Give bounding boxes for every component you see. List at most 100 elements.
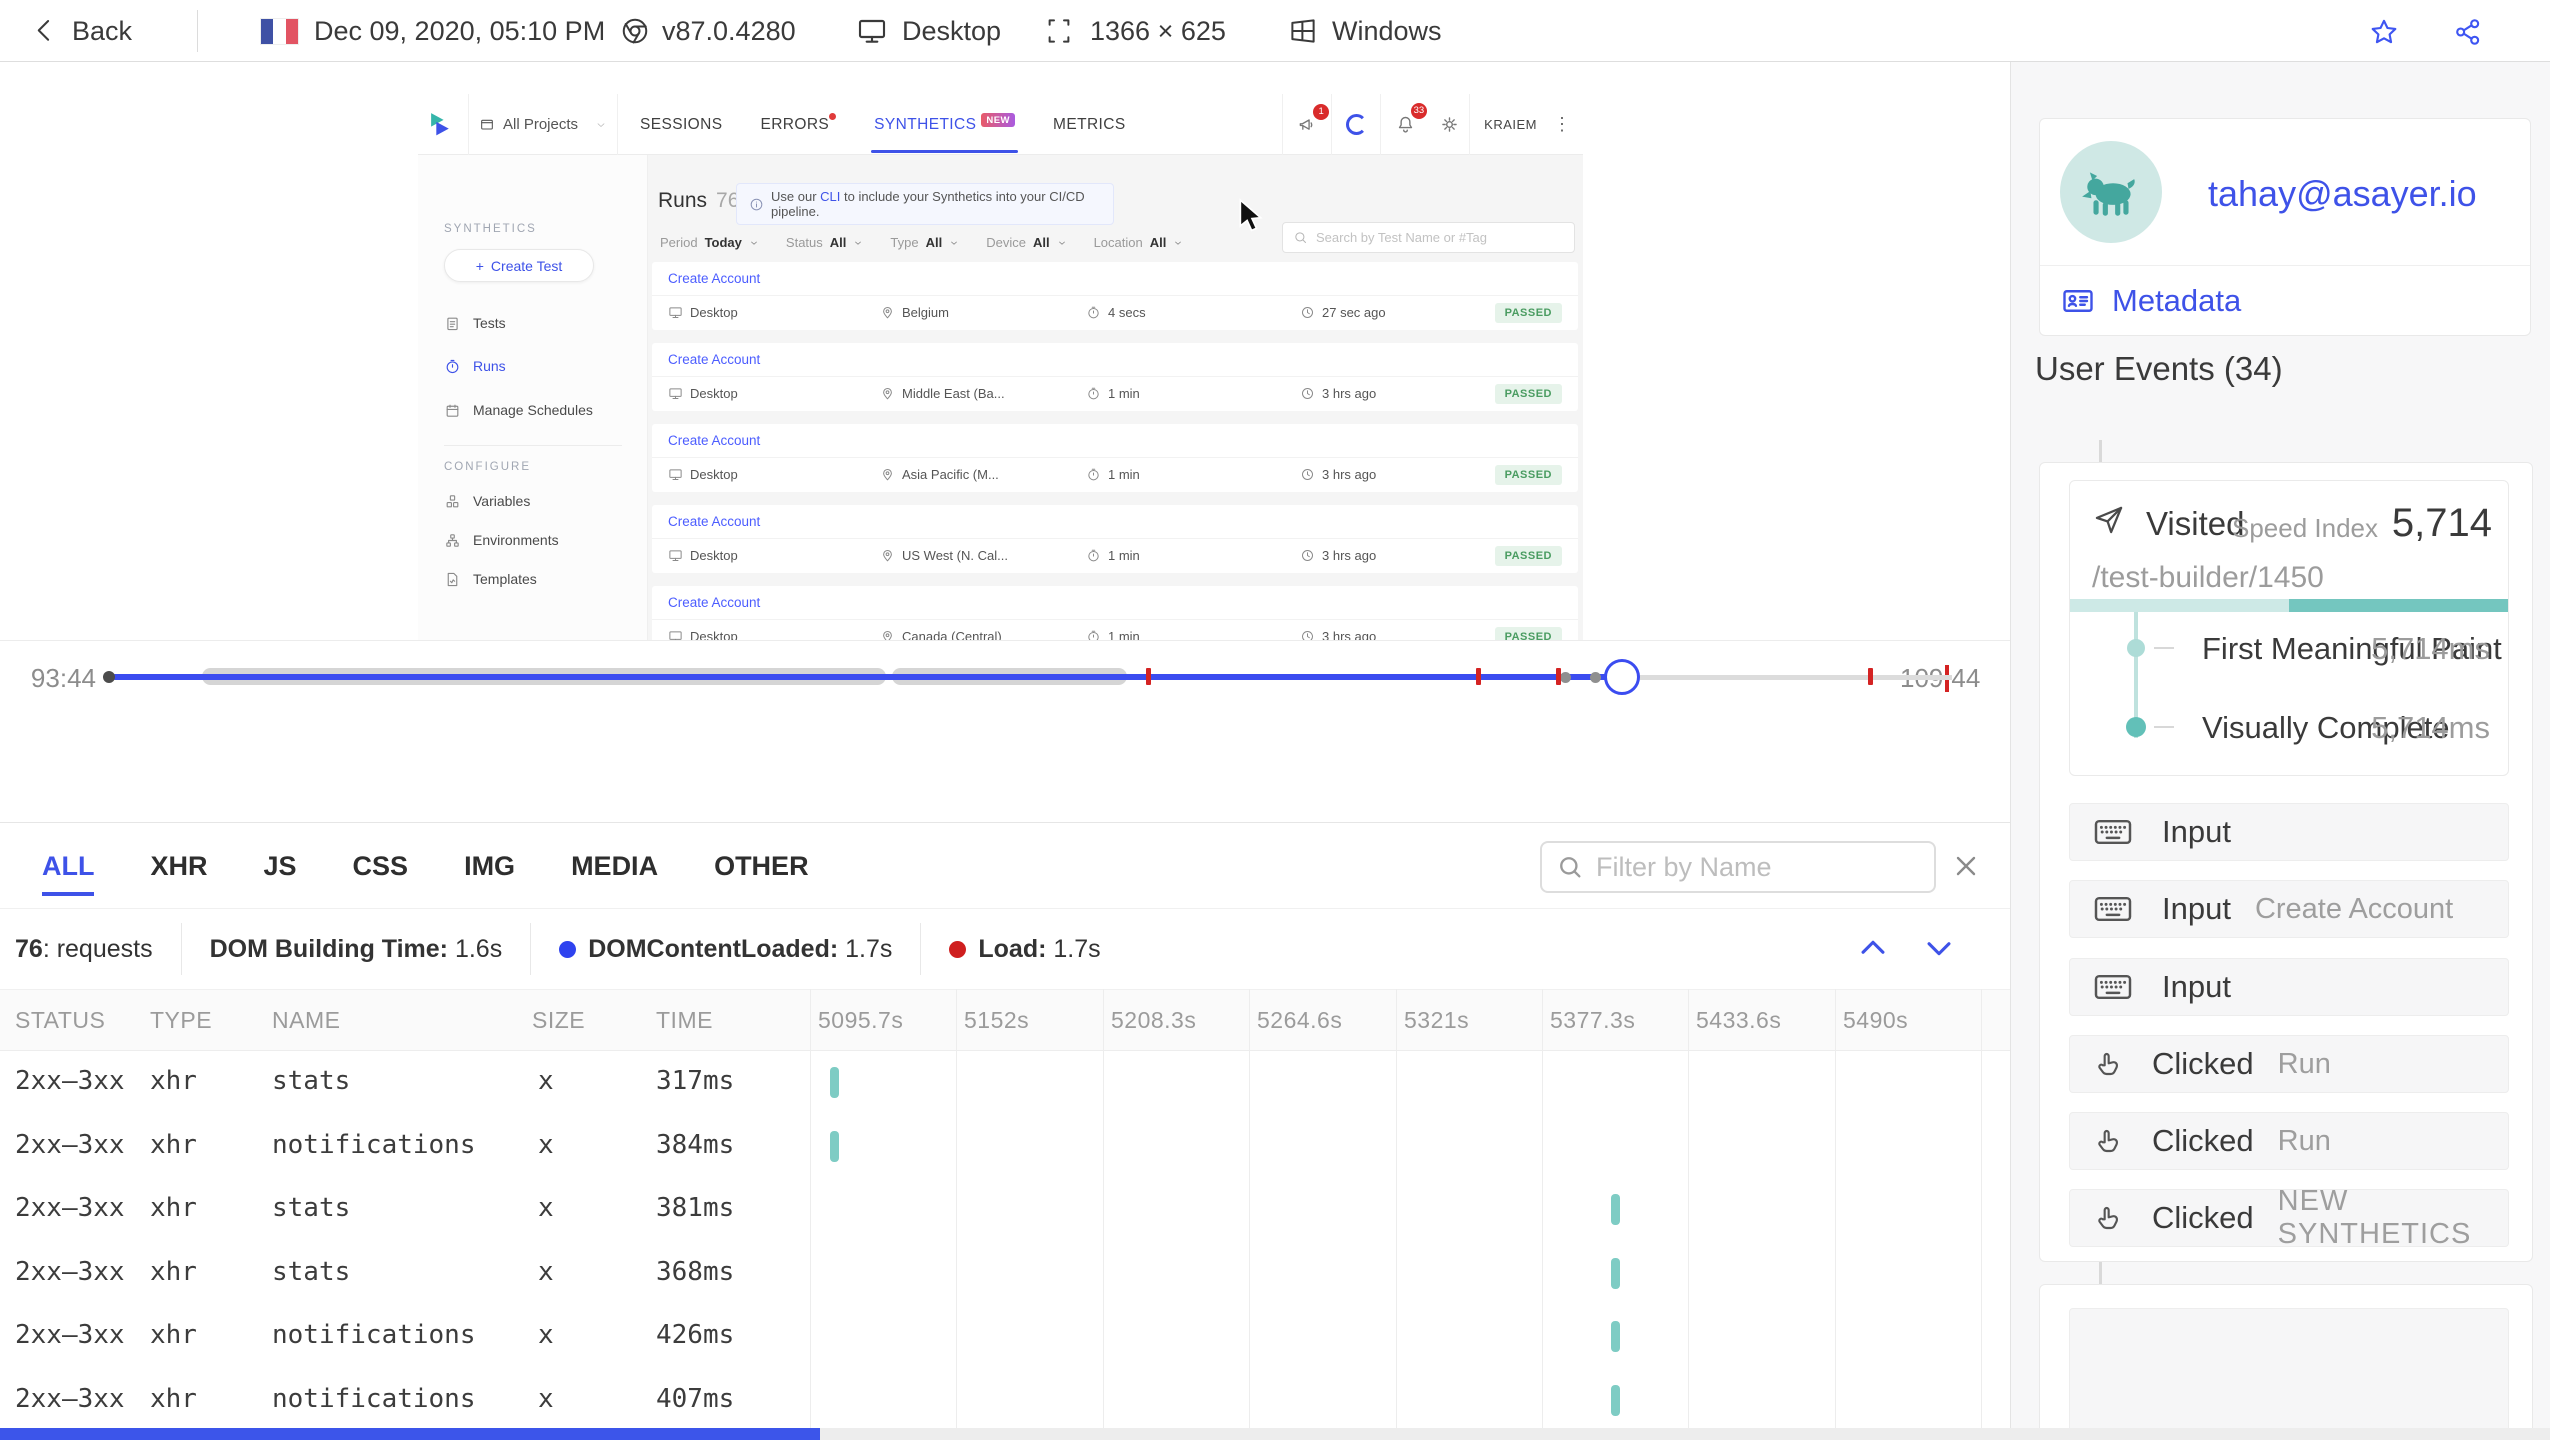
filter-by-name-input[interactable] (1596, 851, 1920, 883)
favorite-star-icon[interactable] (2368, 16, 2400, 48)
filter-status[interactable]: Status All (786, 235, 863, 250)
user-events-title: User Events (34) (2035, 350, 2283, 387)
clicked-event-item[interactable]: Clicked NEW SYNTHETICS (2069, 1185, 2509, 1250)
current-time: 93:44 (30, 663, 96, 693)
kebab-menu-icon[interactable]: ⋮ (1551, 114, 1583, 135)
request-row[interactable]: 2xx–3xx xhr stats x 317ms (0, 1051, 2010, 1115)
request-timing-bar (1610, 1321, 1620, 1352)
run-name[interactable]: Create Account (652, 505, 1578, 539)
close-panel-icon[interactable] (1950, 850, 1982, 882)
tab-all[interactable]: ALL (42, 845, 95, 896)
sidebar-item-manage-schedules[interactable]: Manage Schedules (444, 392, 593, 428)
mouse-cursor (1238, 198, 1266, 239)
visited-event-card[interactable]: Visited Speed Index 5,714 /test-builder/… (2069, 480, 2509, 776)
timeline-remaining-track[interactable] (1622, 675, 1952, 680)
filter-location[interactable]: Location All (1094, 235, 1184, 250)
run-name[interactable]: Create Account (652, 424, 1578, 458)
filter-type[interactable]: Type All (890, 235, 959, 250)
request-row[interactable]: 2xx–3xx xhr stats x 381ms (0, 1178, 2010, 1242)
request-row[interactable]: 2xx–3xx xhr notifications x 384ms (0, 1115, 2010, 1179)
filter-by-name-box[interactable] (1540, 841, 1936, 893)
tab-css[interactable]: CSS (353, 845, 409, 888)
tab-xhr[interactable]: XHR (150, 845, 207, 888)
app-toolbar-icons: 1 33 KRAIEM ⋮ (1282, 94, 1583, 155)
visited-url: /test-builder/1450 (2092, 561, 2324, 594)
fmp-value: 5,714ms (2371, 631, 2490, 666)
project-selector[interactable]: All Projects (468, 94, 618, 155)
clicked-event-item[interactable]: Clicked Run (2069, 1035, 2509, 1093)
request-row[interactable]: 2xx–3xx xhr stats x 368ms (0, 1242, 2010, 1306)
user-card: tahay@asayer.io Metadata (2039, 118, 2531, 336)
playhead-knob[interactable] (1604, 659, 1640, 695)
request-row[interactable]: 2xx–3xx xhr notifications x 426ms (0, 1305, 2010, 1369)
clicked-event-item[interactable]: Clicked Run (2069, 1112, 2509, 1170)
status-badge: PASSED (1494, 545, 1562, 566)
sidebar-item-templates[interactable]: Templates (444, 561, 537, 597)
run-card[interactable]: Create Account Desktop Belgium 4 secs 27… (652, 262, 1578, 330)
filter-period[interactable]: Period Today (660, 235, 759, 250)
run-card[interactable]: Create Account Desktop US West (N. Cal..… (652, 505, 1578, 573)
tab-media[interactable]: MEDIA (571, 845, 658, 888)
issue-marker[interactable] (1146, 668, 1151, 685)
loading-spinner-icon (1332, 114, 1380, 135)
keyboard-icon (2092, 970, 2134, 1004)
share-icon[interactable] (2452, 16, 2484, 48)
input-event-item[interactable]: Input (2069, 958, 2509, 1016)
requests-count: 76: requests (15, 934, 153, 963)
request-row[interactable]: 2xx–3xx xhr notifications x 407ms (0, 1369, 2010, 1433)
run-card[interactable]: Create Account Desktop Asia Pacific (M..… (652, 424, 1578, 492)
tab-other[interactable]: OTHER (714, 845, 809, 888)
issue-marker[interactable] (1476, 668, 1481, 685)
speed-index-value: 5,714 (2391, 501, 2492, 545)
tab-js[interactable]: JS (264, 845, 297, 888)
pointer-hand-icon (2092, 1125, 2124, 1157)
issue-marker[interactable] (1868, 668, 1873, 685)
stopwatch-icon (1086, 305, 1101, 320)
sidebar-item-runs[interactable]: Runs (444, 348, 506, 384)
announcements-icon[interactable]: 1 (1283, 103, 1331, 135)
tab-errors[interactable]: ERRORS (760, 112, 837, 134)
sidebar-item-environments[interactable]: Environments (444, 522, 559, 558)
sidebar-item-variables[interactable]: Variables (444, 483, 530, 519)
sidebar-item-tests[interactable]: Tests (444, 305, 506, 341)
jump-up-button[interactable] (1856, 931, 1890, 965)
tab-synthetics[interactable]: SYNTHETICS NEW (871, 112, 1019, 153)
issue-marker[interactable] (1556, 668, 1561, 685)
run-card[interactable]: Create Account Desktop Canada (Central) … (652, 586, 1578, 640)
filter-device[interactable]: Device All (986, 235, 1066, 250)
notifications-bell-icon[interactable]: 33 (1381, 103, 1429, 135)
player-timeline[interactable]: 93:44 10944 (0, 640, 2010, 710)
session-replay-page: Back Dec 09, 2020, 05:10 PM v87.0.4280 D… (0, 0, 2550, 1440)
domcontentloaded-dot (559, 940, 577, 958)
user-menu[interactable]: KRAIEM (1470, 117, 1551, 132)
tab-metrics[interactable]: METRICS (1053, 116, 1126, 134)
test-search-input[interactable] (1316, 230, 1564, 245)
tab-sessions[interactable]: SESSIONS (640, 116, 722, 134)
input-event-item[interactable]: Input (2069, 803, 2509, 861)
event-connector (2099, 1262, 2102, 1284)
create-test-button[interactable]: + Create Test (444, 249, 594, 282)
event-dot (1590, 672, 1601, 683)
back-chevron-icon[interactable] (30, 16, 60, 46)
id-card-icon (2063, 290, 2093, 312)
screen-resolution: 1366 × 625 (1090, 16, 1226, 46)
horizontal-scrollbar-thumb[interactable] (0, 1428, 820, 1440)
input-event-item[interactable]: Input Create Account (2069, 880, 2509, 938)
test-search-box[interactable] (1282, 222, 1575, 253)
monitor-icon (668, 305, 683, 320)
user-email-link[interactable]: tahay@asayer.io (2208, 173, 2477, 215)
back-button[interactable]: Back (72, 0, 132, 62)
run-name[interactable]: Create Account (652, 586, 1578, 620)
run-name[interactable]: Create Account (652, 262, 1578, 296)
gear-icon[interactable] (1429, 114, 1469, 135)
jump-down-button[interactable] (1922, 931, 1956, 965)
tab-img[interactable]: IMG (464, 845, 515, 888)
timeline-progress-track[interactable] (112, 674, 1622, 680)
cli-link[interactable]: CLI (820, 189, 840, 204)
session-info-sidebar: tahay@asayer.io Metadata User Events (34… (2010, 62, 2550, 1440)
sidebar-section-synthetics: SYNTHETICS (444, 223, 537, 235)
request-timing-bar (1610, 1384, 1620, 1416)
run-card[interactable]: Create Account Desktop Middle East (Ba..… (652, 343, 1578, 411)
run-name[interactable]: Create Account (652, 343, 1578, 377)
metadata-button[interactable]: Metadata (2060, 283, 2241, 319)
